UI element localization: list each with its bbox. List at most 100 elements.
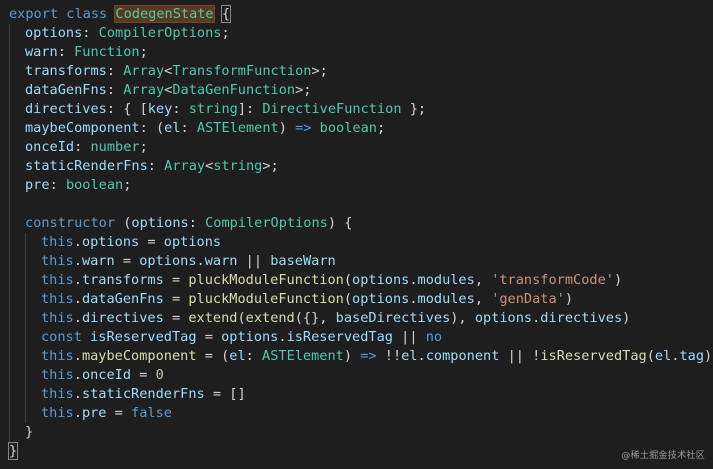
code-token: warn: [204, 253, 238, 269]
code-line[interactable]: onceId: number;: [0, 138, 713, 157]
code-line[interactable]: this.onceId = 0: [0, 366, 713, 385]
indent-guide: [9, 423, 10, 442]
code-token: !!: [376, 348, 402, 364]
code-token: tag: [679, 348, 705, 364]
code-editor[interactable]: export class CodegenState {options: Comp…: [0, 0, 713, 469]
code-token: :: [74, 139, 91, 155]
code-line[interactable]: this.transforms = pluckModuleFunction(op…: [0, 271, 713, 290]
code-line[interactable]: maybeComponent: (el: ASTElement) => bool…: [0, 119, 713, 138]
code-token: =: [163, 310, 189, 326]
code-token: maybeComponent: [25, 120, 140, 136]
code-token: isReservedTag: [90, 329, 197, 345]
code-token: ): [343, 348, 361, 364]
code-token: .: [73, 272, 82, 288]
code-token: const: [41, 329, 82, 345]
code-token: ;: [139, 44, 148, 60]
code-token: : { [: [106, 101, 148, 117]
indent-guide: [9, 252, 10, 271]
code-token: Function: [74, 44, 140, 60]
indent-guide: [9, 195, 10, 214]
code-token: 0: [155, 367, 164, 383]
code-token: pre: [25, 177, 50, 193]
code-token: CodegenState: [114, 5, 215, 23]
code-token: class: [66, 6, 108, 22]
code-token: extend: [245, 310, 295, 326]
code-line[interactable]: this.directives = extend(extend({}, base…: [0, 309, 713, 328]
code-token: : (: [139, 120, 165, 136]
code-token: || !: [499, 348, 541, 364]
code-token: CompilerOptions: [205, 215, 328, 231]
code-token: .: [73, 310, 82, 326]
code-token: dataGenFns: [25, 82, 107, 98]
code-token: .: [73, 291, 82, 307]
code-line[interactable]: export class CodegenState {: [0, 5, 713, 24]
code-token: this: [41, 405, 74, 421]
code-token: ||: [392, 329, 426, 345]
code-token: 'transformCode': [491, 272, 614, 288]
code-line[interactable]: this.dataGenFns = pluckModuleFunction(op…: [0, 290, 713, 309]
code-token: no: [425, 329, 443, 345]
code-token: .: [409, 272, 418, 288]
code-line[interactable]: this.warn = options.warn || baseWarn: [0, 252, 713, 271]
indent-guide: [25, 404, 26, 423]
code-token: el: [401, 348, 418, 364]
indent-guide: [9, 385, 10, 404]
code-token: = []: [204, 386, 246, 402]
code-token: ): [564, 291, 574, 307]
code-line[interactable]: pre: boolean;: [0, 176, 713, 195]
code-line[interactable]: warn: Function;: [0, 43, 713, 62]
code-token: ({},: [294, 310, 336, 326]
code-token: =: [163, 291, 189, 307]
code-line[interactable]: this.options = options: [0, 233, 713, 252]
code-line[interactable]: ​: [0, 195, 713, 214]
code-line[interactable]: this.maybeComponent = (el: ASTElement) =…: [0, 347, 713, 366]
code-token: export: [9, 6, 59, 22]
code-token: >;: [311, 63, 328, 79]
code-token: :: [188, 215, 206, 231]
indent-guide: [25, 290, 26, 309]
code-token: .: [278, 329, 287, 345]
code-token: ,: [474, 272, 492, 288]
indent-guide: [25, 366, 26, 385]
code-token: ),: [450, 310, 475, 326]
code-token: TransformFunction: [172, 63, 312, 79]
code-line[interactable]: }: [0, 442, 713, 461]
code-token: dataGenFns: [81, 291, 164, 307]
code-token: component: [425, 348, 500, 364]
code-token: number: [90, 139, 140, 155]
code-line[interactable]: }: [0, 423, 713, 442]
code-line[interactable]: this.staticRenderFns = []: [0, 385, 713, 404]
code-token: 'genData': [491, 291, 565, 307]
code-line[interactable]: transforms: Array<TransformFunction>;: [0, 62, 713, 81]
indent-guide: [25, 328, 26, 347]
code-token: options: [25, 25, 83, 41]
code-token: =: [196, 329, 222, 345]
code-line[interactable]: directives: { [key: string]: DirectiveFu…: [0, 100, 713, 119]
code-token: options: [352, 272, 410, 288]
code-token: :: [147, 158, 165, 174]
code-token: .: [73, 405, 82, 421]
code-line[interactable]: options: CompilerOptions;: [0, 24, 713, 43]
indent-guide: [25, 347, 26, 366]
indent-guide: [9, 138, 10, 157]
code-token: .: [73, 367, 82, 383]
code-line[interactable]: this.pre = false: [0, 404, 713, 423]
indent-guide: [25, 309, 26, 328]
code-token: this: [41, 367, 74, 383]
code-token: CompilerOptions: [98, 25, 222, 41]
code-line[interactable]: constructor (options: CompilerOptions) {: [0, 214, 713, 233]
code-token: :: [106, 63, 124, 79]
code-token: options: [81, 234, 140, 250]
code-line[interactable]: staticRenderFns: Array<string>;: [0, 157, 713, 176]
watermark: @稀土掘金技术社区: [621, 451, 705, 461]
code-token: :: [180, 120, 197, 136]
code-token: >;: [262, 158, 279, 174]
code-token: (: [646, 348, 655, 364]
code-token: Array: [164, 158, 206, 174]
code-line[interactable]: const isReservedTag = options.isReserved…: [0, 328, 713, 347]
code-token: .: [409, 291, 418, 307]
code-line[interactable]: dataGenFns: Array<DataGenFunction>;: [0, 81, 713, 100]
code-area[interactable]: export class CodegenState {options: Comp…: [0, 5, 713, 461]
